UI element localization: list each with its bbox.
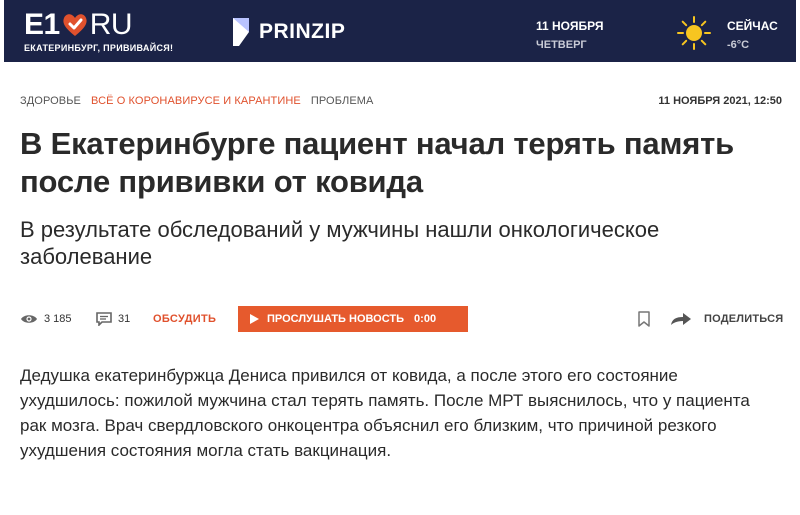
site-header: E1 RU ЕКАТЕРИНБУРГ, ПРИВИВАЙСЯ! PRINZIP … bbox=[4, 0, 796, 62]
eye-icon bbox=[21, 315, 37, 323]
logo-ru: RU bbox=[89, 8, 133, 41]
partner-name: PRINZIP bbox=[259, 20, 346, 43]
listen-label: ПРОСЛУШАТЬ НОВОСТЬ bbox=[267, 313, 405, 325]
breadcrumb: ЗДОРОВЬЕ ВСЁ О КОРОНАВИРУСЕ И КАРАНТИНЕ … bbox=[20, 95, 374, 107]
share-button[interactable]: ПОДЕЛИТЬСЯ bbox=[670, 306, 783, 332]
date-day: 11 НОЯБРЯ bbox=[536, 19, 604, 33]
current-date: 11 НОЯБРЯ ЧЕТВЕРГ bbox=[536, 17, 603, 55]
weather-label: СЕЙЧАС bbox=[727, 19, 778, 33]
logo-e1: E1 bbox=[24, 8, 60, 41]
breadcrumb-coronavirus[interactable]: ВСЁ О КОРОНАВИРУСЕ И КАРАНТИНЕ bbox=[91, 95, 301, 107]
bookmark-icon[interactable] bbox=[637, 311, 651, 327]
breadcrumb-health[interactable]: ЗДОРОВЬЕ bbox=[20, 95, 81, 107]
share-label: ПОДЕЛИТЬСЯ bbox=[704, 313, 784, 325]
discuss-link[interactable]: ОБСУДИТЬ bbox=[153, 306, 216, 332]
partner-banner[interactable]: PRINZIP bbox=[231, 16, 345, 48]
breadcrumb-problem[interactable]: ПРОБЛЕМА bbox=[311, 95, 374, 107]
weather-widget[interactable]: СЕЙЧАС -6°C bbox=[727, 17, 778, 55]
listen-news-button[interactable]: ПРОСЛУШАТЬ НОВОСТЬ 0:00 bbox=[238, 306, 468, 332]
weather-temperature: -6°C bbox=[727, 39, 750, 51]
article-lead-paragraph: Дедушка екатеринбуржца Дениса привился о… bbox=[20, 366, 750, 460]
views-count: 3 185 bbox=[44, 313, 72, 325]
sun-icon bbox=[677, 16, 711, 50]
views-counter: 3 185 bbox=[20, 306, 72, 332]
comment-icon bbox=[96, 312, 112, 326]
heart-check-icon bbox=[63, 14, 87, 36]
publish-date: 11 НОЯБРЯ 2021, 12:50 bbox=[658, 95, 782, 107]
article-title: В Екатеринбурге пациент начал терять пам… bbox=[20, 126, 734, 199]
article-subtitle: В результате обследований у мужчины нашл… bbox=[20, 217, 660, 269]
play-icon bbox=[250, 314, 259, 324]
listen-time: 0:00 bbox=[414, 313, 437, 325]
site-logo[interactable]: E1 RU ЕКАТЕРИНБУРГ, ПРИВИВАЙСЯ! bbox=[24, 8, 174, 54]
comments-counter[interactable]: 31 bbox=[96, 306, 130, 332]
comments-count: 31 bbox=[118, 313, 131, 325]
date-weekday: ЧЕТВЕРГ bbox=[536, 39, 587, 51]
share-arrow-icon bbox=[671, 313, 691, 325]
logo-tagline: ЕКАТЕРИНБУРГ, ПРИВИВАЙСЯ! bbox=[24, 43, 174, 53]
article-stats: 3 185 31 ОБСУДИТЬ ПРОСЛУШАТЬ НОВОСТЬ 0:0… bbox=[20, 306, 784, 332]
prinzip-logo-icon bbox=[233, 18, 249, 46]
